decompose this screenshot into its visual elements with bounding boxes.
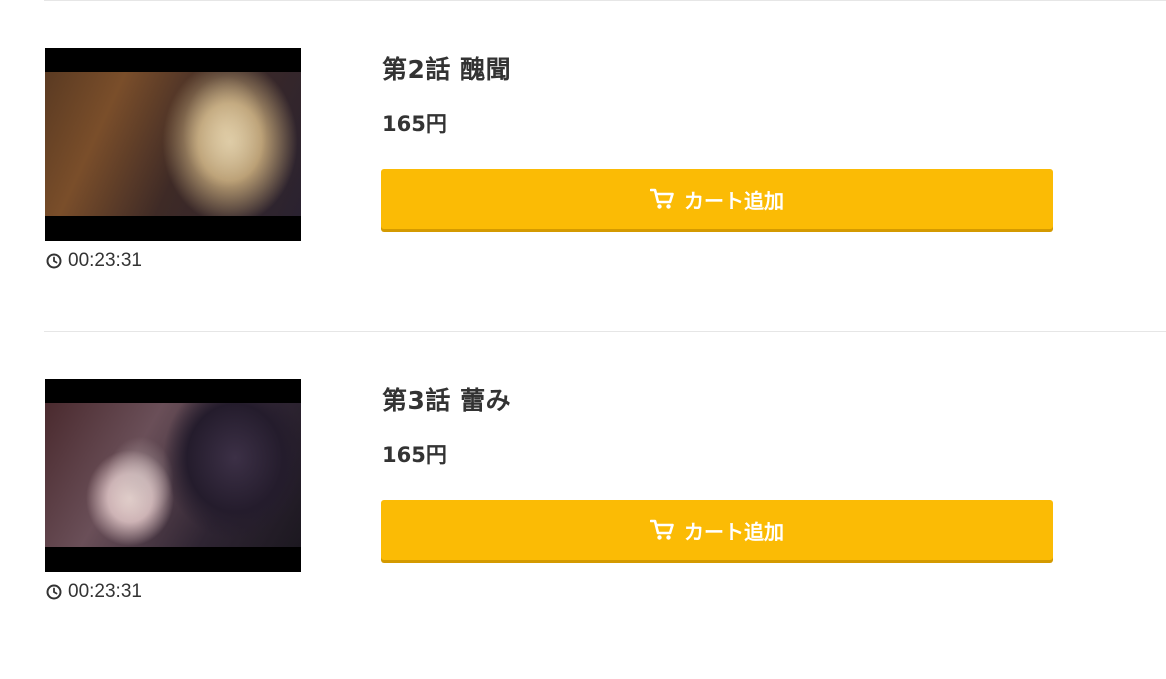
- thumbnail-image: [45, 72, 301, 216]
- add-to-cart-button[interactable]: カート追加: [381, 169, 1053, 229]
- episode-title[interactable]: 第3話 蕾み: [382, 381, 511, 417]
- cart-icon: [650, 188, 674, 209]
- add-to-cart-label: カート追加: [684, 519, 784, 544]
- episode-duration: 00:23:31: [46, 579, 142, 605]
- cart-icon: [650, 519, 674, 540]
- episode-price: 165円: [382, 443, 447, 467]
- duration-text: 00:23:31: [68, 581, 142, 602]
- top-divider: [44, 0, 1166, 1]
- episode-thumbnail[interactable]: [45, 48, 301, 241]
- episode-item: 00:23:31 第2話 醜聞 165円 カート追加: [44, 48, 1166, 348]
- clock-icon: [46, 584, 62, 600]
- duration-text: 00:23:31: [68, 250, 142, 271]
- episode-duration: 00:23:31: [46, 248, 142, 274]
- episode-thumbnail[interactable]: [45, 379, 301, 572]
- clock-icon: [46, 253, 62, 269]
- episode-title[interactable]: 第2話 醜聞: [382, 50, 511, 86]
- episode-price: 165円: [382, 112, 447, 136]
- thumbnail-image: [45, 403, 301, 547]
- episode-divider: [44, 331, 1166, 332]
- add-to-cart-button[interactable]: カート追加: [381, 500, 1053, 560]
- episode-item: 00:23:31 第3話 蕾み 165円 カート追加: [44, 379, 1166, 679]
- add-to-cart-label: カート追加: [684, 188, 784, 213]
